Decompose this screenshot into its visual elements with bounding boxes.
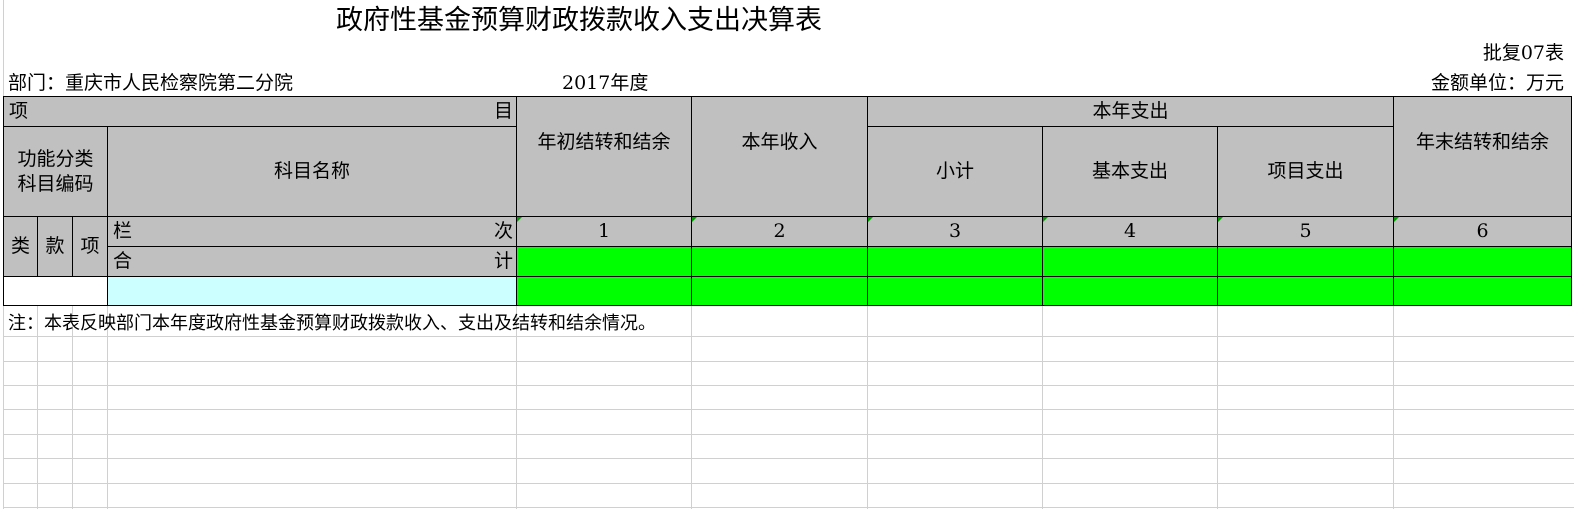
header-basic-expense[interactable]: 基本支出 (1042, 126, 1217, 216)
header-item-right: 目 (493, 100, 513, 122)
total-subtotal-cell[interactable] (867, 246, 1042, 276)
column-number-1[interactable]: 1 (516, 216, 691, 246)
total-basic-expense-cell[interactable] (1042, 246, 1217, 276)
column-number-3[interactable]: 3 (867, 216, 1042, 246)
column-number-5[interactable]: 5 (1217, 216, 1393, 246)
fiscal-year: 2017年度 (562, 72, 649, 94)
header-income[interactable]: 本年收入 (691, 96, 867, 216)
total-income-cell[interactable] (691, 246, 867, 276)
budget-table: 项 目 年初结转和结余 本年收入 本年支出 年末结转和结余 功能分类 科目编码 … (3, 96, 1572, 306)
total-project-expense-cell[interactable] (1217, 246, 1393, 276)
total-begin-balance-cell[interactable] (516, 246, 691, 276)
column-index-label[interactable]: 栏 次 (107, 216, 516, 246)
total-row-label[interactable]: 合 计 (107, 246, 516, 276)
department-label: 部门：重庆市人民检察院第二分院 (8, 72, 294, 94)
table-border-bottom (3, 305, 1572, 306)
form-number: 批复07表 (1482, 42, 1564, 64)
total-end-balance-cell[interactable] (1393, 246, 1571, 276)
table-border-right (1571, 96, 1572, 306)
data-row-code-cell[interactable] (3, 276, 107, 306)
header-xiang[interactable]: 项 (72, 216, 107, 276)
data-row-begin-balance-cell[interactable] (516, 276, 691, 306)
header-item-cell[interactable]: 项 目 (3, 96, 516, 126)
data-row-income-cell[interactable] (691, 276, 867, 306)
table-note: 注：本表反映部门本年度政府性基金预算财政拨款收入、支出及结转和结余情况。 (8, 313, 656, 334)
header-lei[interactable]: 类 (3, 216, 37, 276)
header-begin-balance[interactable]: 年初结转和结余 (516, 96, 691, 216)
amount-unit: 金额单位：万元 (1430, 72, 1564, 94)
header-function-code[interactable]: 功能分类 科目编码 (3, 126, 107, 216)
data-row-subject-cell[interactable] (107, 276, 516, 306)
header-subject-name[interactable]: 科目名称 (107, 126, 516, 216)
header-subtotal[interactable]: 小计 (867, 126, 1042, 216)
data-row-project-expense-cell[interactable] (1217, 276, 1393, 306)
column-number-6[interactable]: 6 (1393, 216, 1571, 246)
report-title: 政府性基金预算财政拨款收入支出决算表 (336, 5, 822, 36)
header-expense-group[interactable]: 本年支出 (867, 96, 1393, 126)
header-end-balance[interactable]: 年末结转和结余 (1393, 96, 1571, 216)
column-number-2[interactable]: 2 (691, 216, 867, 246)
data-row-subtotal-cell[interactable] (867, 276, 1042, 306)
header-project-expense[interactable]: 项目支出 (1217, 126, 1393, 216)
header-item-left: 项 (9, 100, 29, 122)
data-row-basic-expense-cell[interactable] (1042, 276, 1217, 306)
header-kuan[interactable]: 款 (37, 216, 72, 276)
data-row-end-balance-cell[interactable] (1393, 276, 1571, 306)
column-number-4[interactable]: 4 (1042, 216, 1217, 246)
